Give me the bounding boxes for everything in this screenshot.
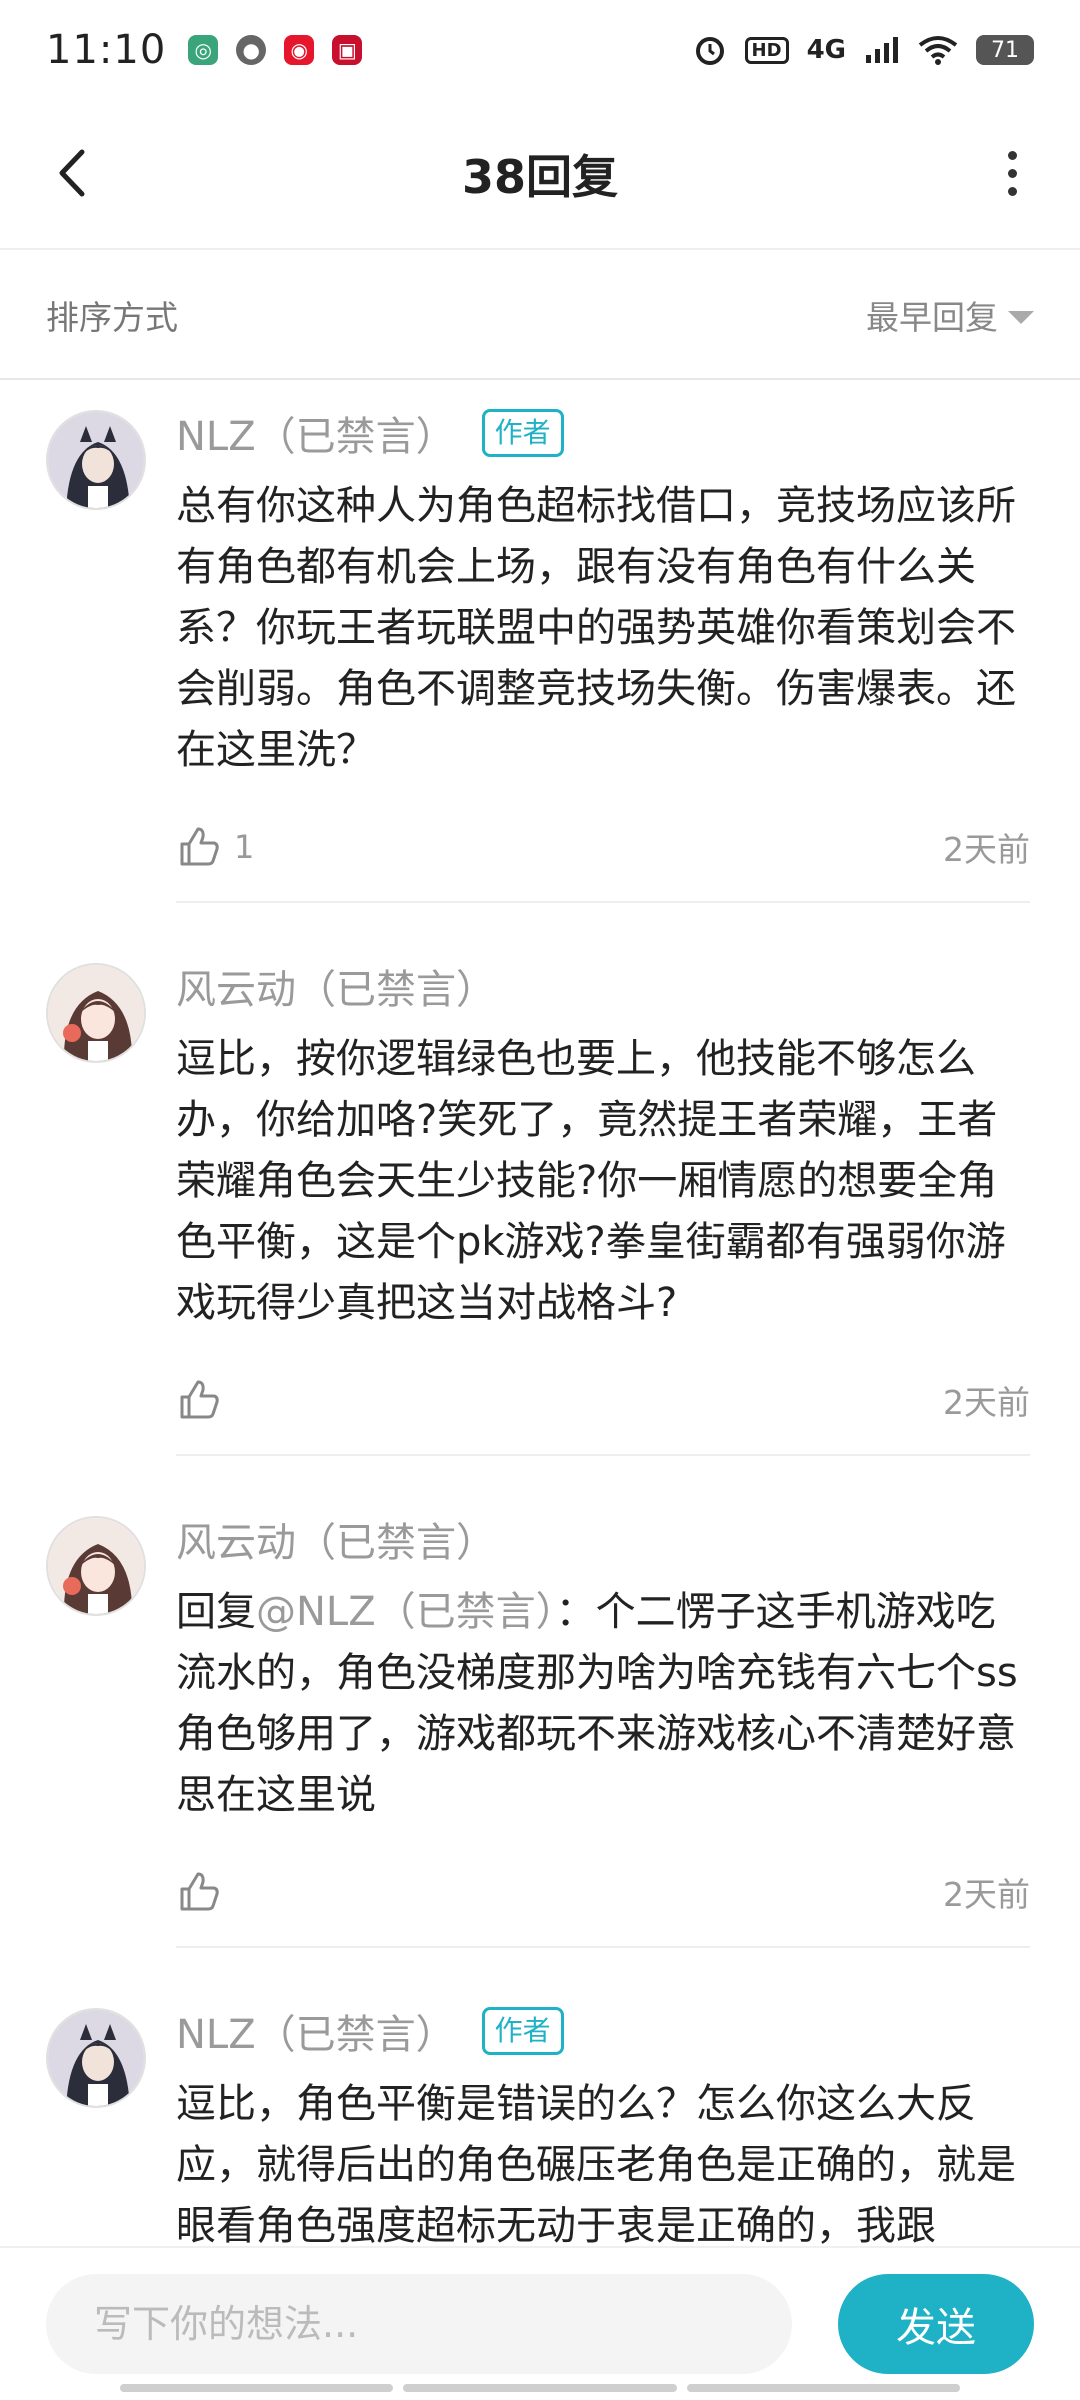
sort-label: 排序方式 [46,298,178,337]
gesture-bar [120,2384,960,2392]
status-time: 11:10 [46,27,167,73]
thumbs-up-icon[interactable] [176,1377,222,1423]
alarm-icon [695,37,724,65]
notification-icons: ◎ ● ◉ ▣ [188,35,363,65]
thumbs-up-icon[interactable] [176,824,222,870]
avatar[interactable] [46,410,146,510]
user-row: NLZ（已禁言） 作者 [176,1996,1030,2066]
title-bar: 38回复 [0,100,1080,250]
author-badge: 作者 [481,409,564,457]
like-count: 1 [234,828,255,866]
avatar[interactable] [46,2008,146,2108]
page: 11:10 ◎ ● ◉ ▣ HD 4G 71 38回复 排序方式 最早回复 NL… [0,0,1080,2400]
comment-item: NLZ（已禁言） 作者 逗比，角色平衡是错误的么？怎么你这么大反应，就得后出的角… [0,1948,1080,2257]
username[interactable]: 风云动（已禁言） [176,957,496,1015]
reply-prefix: 回复 [176,1589,256,1635]
battery-icon: 71 [976,35,1034,65]
wifi-icon [918,36,958,65]
mention-link[interactable]: @NLZ（已禁言） [256,1589,556,1635]
username[interactable]: NLZ（已禁言） [176,2002,456,2060]
reply-colon: ： [555,1589,596,1635]
app-notification-icon: ◎ [188,35,219,65]
chat-notification-icon: ● [236,35,267,65]
comment-item: NLZ（已禁言） 作者 总有你这种人为角色超标找借口，竞技场应该所有角色都有机会… [0,380,1080,903]
comment-input-bar: 发送 [0,2246,1080,2400]
send-button[interactable]: 发送 [838,2274,1034,2374]
comment-item: 风云动（已禁言） 逗比，按你逻辑绿色也要上，他技能不够怎么办，你给加咯?笑死了，… [0,903,1080,1456]
hd-icon: HD [744,36,789,64]
sort-value: 最早回复 [866,298,998,337]
status-indicators: HD 4G 71 [693,33,1034,67]
comment-text: 总有你这种人为角色超标找借口，竞技场应该所有角色都有机会上场，跟有没有角色有什么… [176,483,1016,773]
author-badge: 作者 [481,2007,564,2055]
comment-time: 2天前 [943,1875,1030,1914]
kfc-notification-icon: ▣ [332,35,363,65]
status-bar: 11:10 ◎ ● ◉ ▣ HD 4G 71 [0,0,1080,100]
caret-down-icon [1008,310,1034,324]
thumbs-up-icon[interactable] [176,1869,222,1915]
user-row: NLZ（已禁言） 作者 [176,398,1030,468]
comment-list: NLZ（已禁言） 作者 总有你这种人为角色超标找借口，竞技场应该所有角色都有机会… [0,380,1080,2257]
comment-item: 风云动（已禁言） 回复@NLZ（已禁言）：个二愣子这手机游戏吃流水的，角色没梯度… [0,1456,1080,1948]
comment-input[interactable] [46,2274,792,2374]
comment-footer: 2天前 [176,1838,1030,1948]
avatar[interactable] [46,1516,146,1616]
comment-text: 逗比，角色平衡是错误的么？怎么你这么大反应，就得后出的角色碾压老角色是正确的，就… [176,2081,1016,2249]
comment-footer: 2天前 [176,1346,1030,1456]
username[interactable]: NLZ（已禁言） [176,404,456,462]
signal-icon [866,37,898,63]
username[interactable]: 风云动（已禁言） [176,1510,496,1568]
page-title: 38回复 [461,150,618,204]
back-arrow-icon[interactable] [42,138,112,208]
sort-bar: 排序方式 最早回复 [0,252,1080,380]
comment-time: 2天前 [943,1383,1030,1422]
user-row: 风云动（已禁言） [176,951,1030,1021]
comment-text: 逗比，按你逻辑绿色也要上，他技能不够怎么办，你给加咯?笑死了，竟然提王者荣耀，王… [176,1036,1006,1326]
more-options-icon[interactable] [982,138,1042,208]
user-row: 风云动（已禁言） [176,1504,1030,1574]
sort-dropdown[interactable]: 最早回复 [866,291,1034,339]
comment-time: 2天前 [943,830,1030,869]
avatar[interactable] [46,963,146,1063]
network-label: 4G [806,35,846,65]
comment-footer: 1 2天前 [176,793,1030,903]
weibo-notification-icon: ◉ [284,35,315,65]
comment-text: 回复@NLZ（已禁言）：个二愣子这手机游戏吃流水的，角色没梯度那为啥为啥充钱有六… [176,1582,1030,1826]
